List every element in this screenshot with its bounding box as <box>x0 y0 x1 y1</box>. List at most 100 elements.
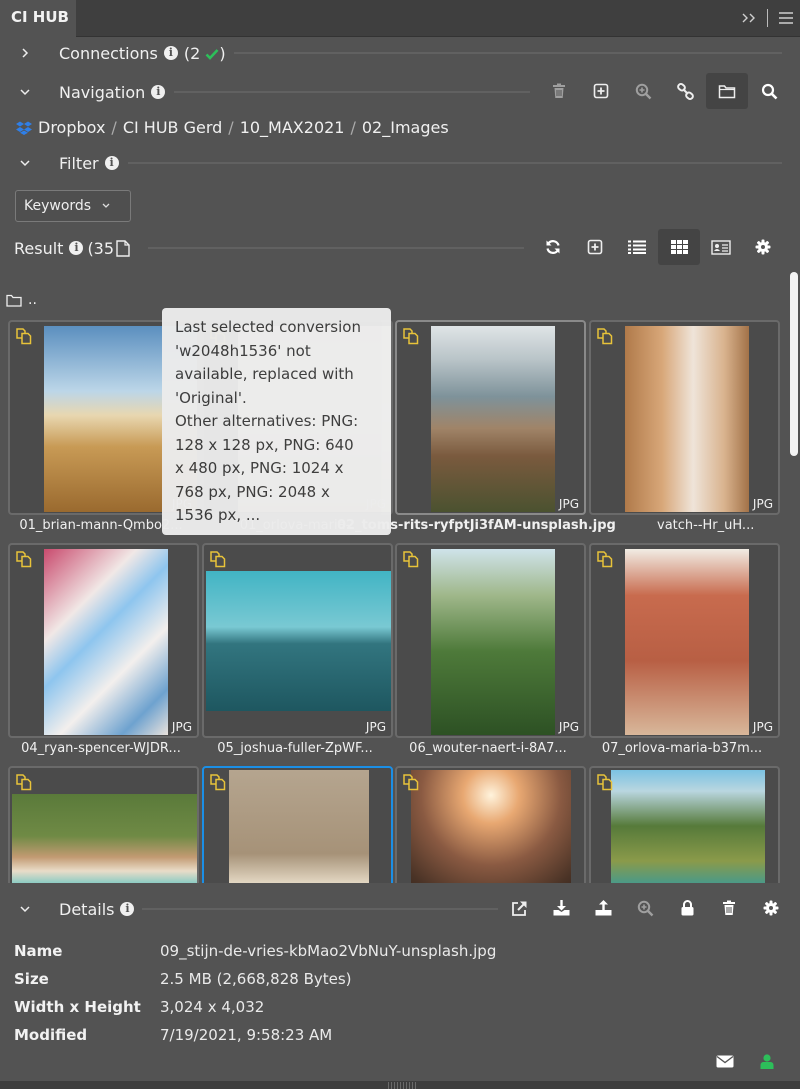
file-type-badge: JPG <box>752 720 773 734</box>
card-view-button[interactable] <box>700 229 742 265</box>
section-divider <box>174 91 530 93</box>
chevron-right-icon[interactable] <box>18 46 32 60</box>
navigation-title[interactable]: Navigation <box>59 83 145 102</box>
versions-icon[interactable] <box>15 550 33 568</box>
breadcrumb-item-02-images[interactable]: 02_Images <box>362 118 449 137</box>
open-external-button[interactable] <box>498 890 540 926</box>
result-filename[interactable]: 07_orlova-maria-b37m... <box>587 741 777 756</box>
results-scrollbar[interactable] <box>790 272 798 456</box>
info-icon[interactable]: i <box>163 46 178 60</box>
result-filename[interactable]: 04_ryan-spencer-WJDR... <box>6 741 196 756</box>
chevron-down-icon <box>101 202 111 210</box>
thumbnail-image <box>625 326 749 512</box>
versions-icon[interactable] <box>596 773 614 791</box>
breadcrumb-item-ci-hub-gerd[interactable]: CI HUB Gerd <box>123 118 222 137</box>
result-card[interactable]: JPG <box>589 543 780 738</box>
versions-icon[interactable] <box>402 327 420 345</box>
breadcrumb-item-dropbox[interactable]: Dropbox <box>38 118 105 137</box>
refresh-button[interactable] <box>532 229 574 265</box>
grid-icon <box>670 240 688 254</box>
result-card[interactable]: JPG <box>395 543 586 738</box>
tooltip-line: 768 px, PNG: 2048 x <box>175 482 330 501</box>
versions-icon[interactable] <box>402 773 420 791</box>
search-button[interactable] <box>748 73 790 109</box>
upload-button[interactable] <box>582 890 624 926</box>
list-view-button[interactable] <box>616 229 658 265</box>
zoom-button[interactable] <box>622 73 664 109</box>
zoom-button[interactable] <box>624 890 666 926</box>
result-card[interactable] <box>589 766 780 883</box>
versions-icon[interactable] <box>15 773 33 791</box>
zoom-in-icon <box>635 83 652 100</box>
connections-section: Connections i (2 ) <box>0 40 800 66</box>
info-icon[interactable]: i <box>104 156 119 170</box>
result-card[interactable] <box>202 766 393 883</box>
download-button[interactable] <box>540 890 582 926</box>
folder-button[interactable] <box>706 73 748 109</box>
details-title[interactable]: Details <box>59 900 114 919</box>
dropbox-icon <box>16 121 32 135</box>
lock-button[interactable] <box>666 890 708 926</box>
versions-icon[interactable] <box>596 550 614 568</box>
tab-ci-hub[interactable]: CI HUB <box>0 0 76 37</box>
settings-button[interactable] <box>742 229 784 265</box>
details-table: Name 09_stijn-de-vries-kbMao2VbNuY-unspl… <box>14 937 496 1049</box>
file-type-badge: JPG <box>365 720 386 734</box>
connections-title[interactable]: Connections <box>59 44 158 63</box>
tooltip-line: Other alternatives: PNG: <box>175 412 359 430</box>
refresh-icon <box>545 239 561 255</box>
grid-view-button[interactable] <box>658 229 700 265</box>
tooltip-line: Last selected conversion <box>175 318 361 336</box>
results-grid: JPG01_brian-mann-Qmbo2...JPG01_orlova-ma… <box>0 316 790 883</box>
user-icon[interactable] <box>760 1054 774 1069</box>
add-button[interactable] <box>580 73 622 109</box>
chevron-down-icon[interactable] <box>18 902 32 916</box>
versions-icon[interactable] <box>596 327 614 345</box>
parent-folder-link[interactable]: .. <box>6 292 37 308</box>
result-filename[interactable]: 05_joshua-fuller-ZpWF... <box>200 741 390 756</box>
filter-title[interactable]: Filter <box>59 154 99 173</box>
result-card[interactable] <box>395 766 586 883</box>
breadcrumb-item-10-max2021[interactable]: 10_MAX2021 <box>240 118 345 137</box>
thumbnail-image <box>611 770 765 883</box>
result-card[interactable]: JPG <box>8 543 199 738</box>
chevron-down-icon[interactable] <box>18 156 32 170</box>
details-row-size: Size 2.5 MB (2,668,828 Bytes) <box>14 965 496 993</box>
add-button[interactable] <box>574 229 616 265</box>
details-value: 7/19/2021, 9:58:23 AM <box>160 1026 333 1044</box>
versions-icon[interactable] <box>209 773 227 791</box>
panel-tab-bar: CI HUB <box>0 0 800 37</box>
settings-button[interactable] <box>750 890 792 926</box>
details-key: Size <box>14 970 49 988</box>
info-icon[interactable]: i <box>120 902 135 916</box>
trash-icon <box>722 900 736 916</box>
link-button[interactable] <box>664 73 706 109</box>
result-count: (35 <box>87 238 115 258</box>
result-card[interactable] <box>8 766 199 883</box>
result-card[interactable]: JPG <box>589 320 780 515</box>
tooltip-line: 'w2048h1536' not <box>175 341 311 360</box>
info-icon[interactable]: i <box>151 85 166 99</box>
external-link-icon <box>511 900 528 917</box>
result-card[interactable]: JPG <box>395 320 586 515</box>
keywords-dropdown[interactable]: Keywords <box>15 190 131 222</box>
info-icon[interactable]: i <box>69 241 84 255</box>
delete-button[interactable] <box>538 73 580 109</box>
versions-icon[interactable] <box>402 550 420 568</box>
dropdown-value: Keywords <box>24 198 92 214</box>
versions-icon[interactable] <box>15 327 33 345</box>
details-value: 3,024 x 4,032 <box>160 998 265 1016</box>
tooltip-line: x 480 px, PNG: 1024 x <box>175 459 344 477</box>
expand-icon[interactable] <box>741 12 757 24</box>
result-title[interactable]: Result <box>14 239 63 258</box>
resize-grip[interactable] <box>388 1082 416 1089</box>
result-filename[interactable]: vatch--Hr_uH... <box>657 518 777 533</box>
menu-icon[interactable] <box>778 11 794 25</box>
versions-icon[interactable] <box>209 550 227 568</box>
chevron-down-icon[interactable] <box>18 85 32 99</box>
mail-icon[interactable] <box>716 1055 734 1068</box>
result-filename[interactable]: 06_wouter-naert-i-8A7... <box>393 741 583 756</box>
result-card[interactable]: JPG <box>202 543 393 738</box>
details-key: Name <box>14 942 63 960</box>
delete-button[interactable] <box>708 890 750 926</box>
